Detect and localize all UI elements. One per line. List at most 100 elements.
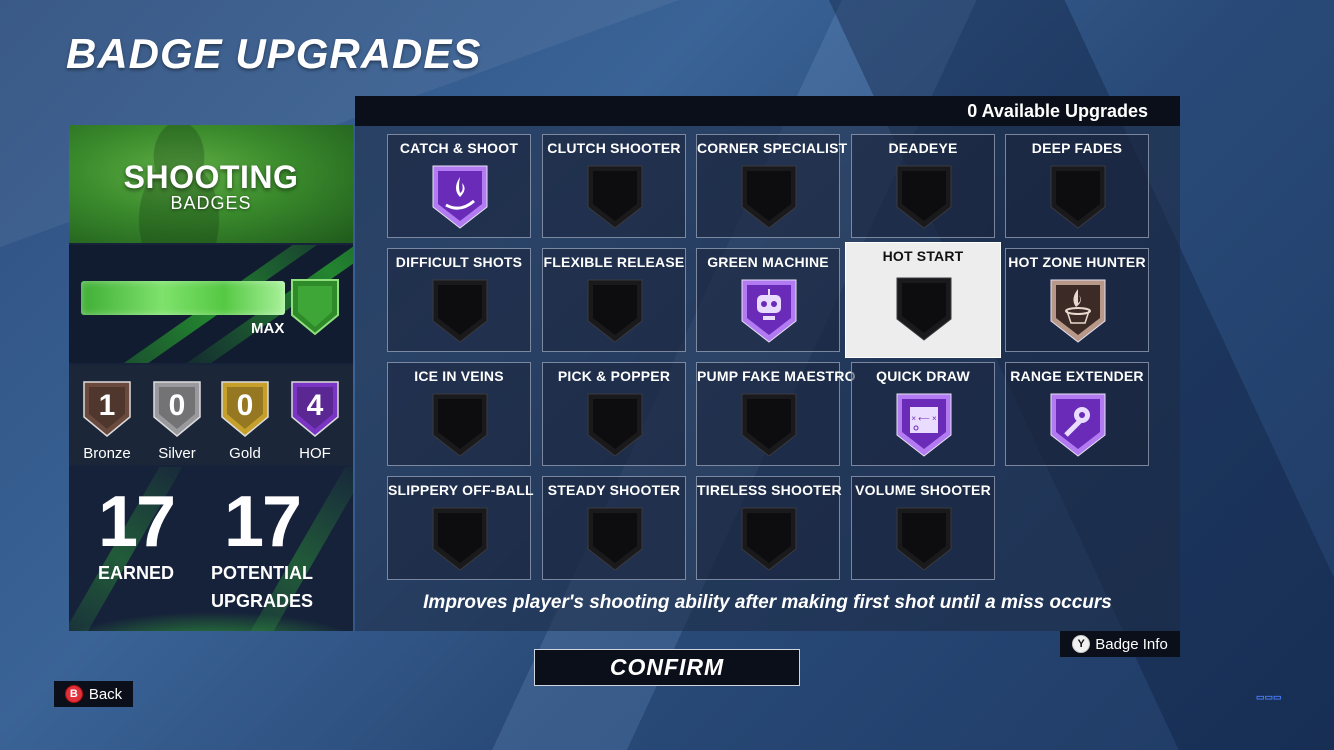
tier-silver: 0 Silver <box>149 379 205 462</box>
badge-description: Improves player's shooting ability after… <box>423 592 1112 613</box>
badge-name: SLIPPERY OFF-BALL <box>388 482 534 498</box>
category-summary-panel: SHOOTING BADGES MAX 1 Bronze 0 Silver 0 Gold 4… <box>69 125 353 631</box>
potential-stat: 17 POTENTIAL UPGRADES <box>207 485 317 615</box>
badge-grid-panel: 0 Available Upgrades CATCH & SHOOT CLUTCH… <box>355 96 1180 631</box>
badge-cell[interactable]: GREEN MACHINE <box>696 248 840 352</box>
empty-shield-icon <box>896 165 952 229</box>
tier-gold: 0 Gold <box>217 379 273 462</box>
badge-cell[interactable]: FLEXIBLE RELEASE <box>542 248 686 352</box>
tier-count: 4 <box>307 389 324 422</box>
empty-shield-icon <box>432 393 488 457</box>
badge-name: VOLUME SHOOTER <box>855 482 991 498</box>
playbook-icon: × ⟵ × <box>896 393 952 457</box>
empty-shield-icon <box>587 165 643 229</box>
badge-name: STEADY SHOOTER <box>547 482 681 498</box>
badge-name: DIFFICULT SHOTS <box>395 254 523 270</box>
tier-label: Bronze <box>83 445 131 462</box>
badge-cell[interactable]: STEADY SHOOTER <box>542 476 686 580</box>
tier-count: 0 <box>237 389 254 422</box>
badge-cell[interactable]: PICK & POPPER <box>542 362 686 466</box>
tier-count: 0 <box>169 389 186 422</box>
badge-name: PUMP FAKE MAESTRO <box>697 368 856 384</box>
badge-cell[interactable]: PUMP FAKE MAESTRO <box>696 362 856 466</box>
empty-shield-icon <box>587 279 643 343</box>
badge-cell[interactable]: DIFFICULT SHOTS <box>387 248 531 352</box>
empty-shield-icon <box>587 393 643 457</box>
empty-shield-icon <box>741 393 797 457</box>
badge-name: PICK & POPPER <box>557 368 671 384</box>
empty-shield-icon <box>896 277 952 341</box>
earned-value: 17 <box>97 482 176 562</box>
earned-label: EARNED <box>97 563 174 583</box>
category-header: SHOOTING BADGES <box>69 125 353 243</box>
back-button[interactable]: B Back <box>54 681 133 707</box>
badge-info-label: Badge Info <box>1095 635 1168 653</box>
svg-text:× ⟵ ×: × ⟵ × <box>911 414 937 423</box>
silver-shield-icon: 0 <box>153 381 201 437</box>
tier-label: Gold <box>229 445 261 462</box>
badge-cell[interactable]: ICE IN VEINS <box>387 362 531 466</box>
tier-label: HOF <box>299 445 331 462</box>
empty-shield-icon <box>432 507 488 571</box>
badge-cell[interactable]: VOLUME SHOOTER <box>851 476 995 580</box>
gold-shield-icon: 0 <box>221 381 269 437</box>
y-button-icon: Y <box>1072 635 1091 653</box>
tape-measure-icon <box>1050 393 1106 457</box>
tier-hof: 4 HOF <box>287 379 343 462</box>
progress-fill <box>81 281 285 315</box>
badge-cell[interactable]: RANGE EXTENDER <box>1005 362 1149 466</box>
empty-shield-icon <box>1050 165 1106 229</box>
badge-cell[interactable]: SLIPPERY OFF-BALL <box>387 476 534 580</box>
earned-stat: 17 EARNED <box>91 485 181 587</box>
hand-flame-icon <box>432 165 488 229</box>
badge-stats: 17 EARNED 17 POTENTIAL UPGRADES <box>69 467 353 631</box>
badge-cell[interactable]: DEADEYE <box>851 134 995 238</box>
badge-name: QUICK DRAW <box>876 368 970 384</box>
tier-count: 1 <box>99 389 116 422</box>
badge-name: HOT START <box>882 248 964 264</box>
badge-name: CATCH & SHOOT <box>399 140 519 156</box>
tier-counts: 1 Bronze 0 Silver 0 Gold 4 HOF <box>69 365 353 465</box>
grid-header: 0 Available Upgrades <box>355 96 1180 126</box>
badge-name: CLUTCH SHOOTER <box>547 140 681 156</box>
badge-cell[interactable]: DEEP FADES <box>1005 134 1149 238</box>
badge-info-button[interactable]: Y Badge Info <box>1060 631 1180 657</box>
empty-shield-icon <box>432 279 488 343</box>
potential-label-line1: POTENTIAL <box>211 563 313 583</box>
empty-shield-icon <box>741 507 797 571</box>
watermark-logo: ▭▭▭ <box>1256 692 1282 702</box>
flaming-hoop-icon <box>1050 279 1106 343</box>
back-label: Back <box>88 685 123 703</box>
badge-name: HOT ZONE HUNTER <box>1008 254 1146 270</box>
badge-cell[interactable]: CLUTCH SHOOTER <box>542 134 686 238</box>
empty-shield-icon <box>587 507 643 571</box>
badge-cell[interactable]: QUICK DRAW × ⟵ × <box>851 362 995 466</box>
badge-name: ICE IN VEINS <box>414 368 504 384</box>
potential-label-line2: UPGRADES <box>210 591 313 611</box>
green-shield-icon <box>291 279 339 336</box>
page-title: BADGE UPGRADES <box>66 30 482 77</box>
robot-icon <box>741 279 797 343</box>
badge-name: DEEP FADES <box>1031 140 1123 156</box>
badge-cell[interactable]: TIRELESS SHOOTER <box>696 476 842 580</box>
badge-cell[interactable]: HOT ZONE HUNTER <box>1005 248 1149 352</box>
badge-cell[interactable]: CATCH & SHOOT <box>387 134 531 238</box>
available-upgrades: 0 Available Upgrades <box>967 101 1148 121</box>
empty-shield-icon <box>896 507 952 571</box>
badge-cell[interactable]: CORNER SPECIALIST <box>696 134 847 238</box>
confirm-button[interactable]: CONFIRM <box>534 649 800 686</box>
badge-name: DEADEYE <box>888 140 958 156</box>
progress-max-label: MAX <box>251 320 285 337</box>
category-title: SHOOTING <box>123 159 299 195</box>
badge-name: FLEXIBLE RELEASE <box>543 254 685 270</box>
b-button-icon: B <box>64 685 83 703</box>
tier-bronze: 1 Bronze <box>79 379 135 462</box>
empty-shield-icon <box>741 165 797 229</box>
badge-name: RANGE EXTENDER <box>1010 368 1144 384</box>
badge-cell[interactable]: HOT START <box>845 242 1001 358</box>
tier-label: Silver <box>158 445 196 462</box>
category-progress: MAX <box>69 245 353 363</box>
category-subtitle: BADGES <box>170 193 252 213</box>
bronze-shield-icon: 1 <box>83 381 131 437</box>
badge-name: GREEN MACHINE <box>707 254 829 270</box>
